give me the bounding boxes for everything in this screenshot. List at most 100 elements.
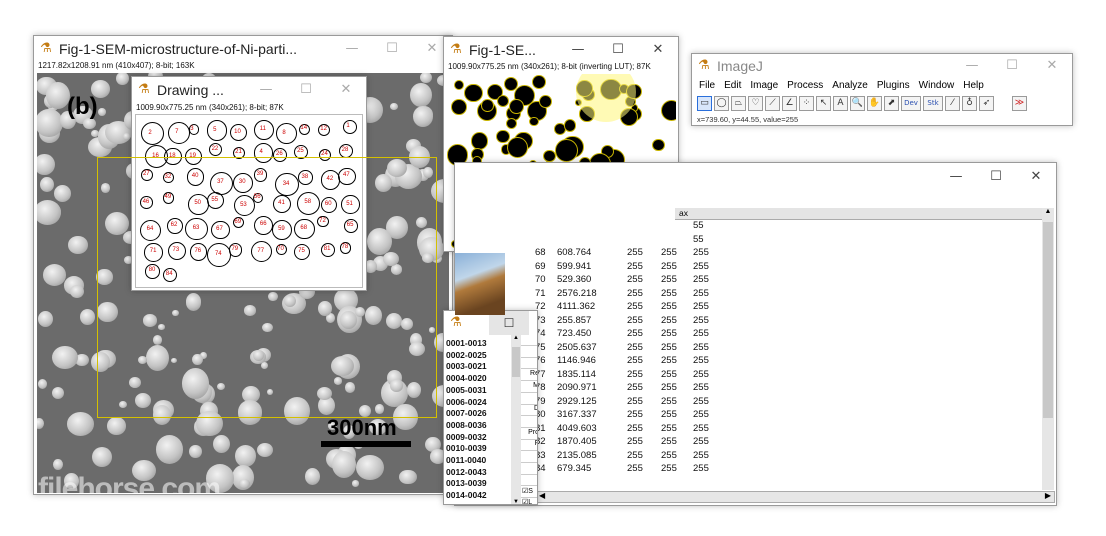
column-header[interactable]: ax: [675, 208, 1045, 220]
line-tool-icon[interactable]: ⟋: [765, 96, 780, 111]
roi-side-button[interactable]: [521, 335, 537, 346]
scroll-up-arrow[interactable]: ▲: [1042, 208, 1054, 220]
maximize-button[interactable]: ☐: [286, 77, 326, 103]
scroll-down-arrow[interactable]: ▼: [511, 499, 521, 504]
color-picker-tool-icon[interactable]: ⬈: [884, 96, 899, 111]
roi-list[interactable]: 0001-0013 0002-0025 0003-0021 0004-0020 0005…: [444, 335, 514, 504]
roi-side-button[interactable]: F: [521, 440, 537, 452]
table-row[interactable]: 77 1835.114 255 255 255: [535, 369, 1045, 383]
table-row[interactable]: 79 2929.125 255 255 255: [535, 396, 1045, 410]
roi-side-button[interactable]: [521, 417, 537, 428]
horizontal-scrollbar[interactable]: ◀ ▶: [535, 491, 1055, 503]
menu-process[interactable]: Process: [787, 80, 823, 94]
menu-window[interactable]: Window: [919, 80, 955, 94]
scroll-thumb[interactable]: [512, 347, 520, 377]
roi-list-scrollbar[interactable]: ▲ ▼: [511, 335, 521, 504]
table-row[interactable]: 69 599.941 255 255 255: [535, 261, 1045, 275]
scroll-right-arrow[interactable]: ▶: [1045, 491, 1051, 500]
roi-list-item[interactable]: 0005-0031: [446, 385, 487, 395]
table-row[interactable]: 78 2090.971 255 255 255: [535, 382, 1045, 396]
table-row[interactable]: 81 4049.603 255 255 255: [535, 423, 1045, 437]
table-row[interactable]: 74 723.450 255 255 255: [535, 328, 1045, 342]
angle-tool-icon[interactable]: ∠: [782, 96, 797, 111]
minimize-button[interactable]: —: [936, 163, 976, 189]
imagej-titlebar[interactable]: ⚗ ImageJ — ☐ ✕: [692, 54, 1072, 78]
maximize-button[interactable]: ☐: [598, 37, 638, 63]
close-button[interactable]: ✕: [638, 37, 678, 63]
roi-list-item[interactable]: 0006-0024: [446, 397, 487, 407]
roi-list-item[interactable]: 0014-0042: [446, 490, 487, 500]
table-row[interactable]: 73 255.857 255 255 255: [535, 315, 1045, 329]
results-titlebar[interactable]: — ☐ ✕: [455, 163, 1056, 193]
roi-side-button[interactable]: [521, 358, 537, 370]
oval-tool-icon[interactable]: ◯: [714, 96, 729, 111]
table-row[interactable]: 71 2576.218 255 255 255: [535, 288, 1045, 302]
menu-image[interactable]: Image: [750, 80, 778, 94]
mask-titlebar[interactable]: ⚗ Fig-1-SE... — ☐ ✕: [444, 37, 678, 63]
roi-list-item[interactable]: 0009-0032: [446, 432, 487, 442]
scroll-left-arrow[interactable]: ◀: [539, 491, 545, 500]
roi-list-item[interactable]: 0004-0020: [446, 373, 487, 383]
maximize-button[interactable]: ☐: [372, 36, 412, 62]
wand-tool-icon[interactable]: ↖: [816, 96, 831, 111]
maximize-button[interactable]: ☐: [992, 54, 1032, 78]
roi-side-button[interactable]: Pro: [521, 429, 537, 440]
roi-side-button[interactable]: [521, 452, 537, 463]
menu-plugins[interactable]: Plugins: [877, 80, 910, 94]
sem-titlebar[interactable]: ⚗ Fig-1-SEM-microstructure-of-Ni-parti..…: [34, 36, 452, 62]
roi-list-item[interactable]: 0011-0040: [446, 455, 486, 465]
magnifier-tool-icon[interactable]: 🔍: [850, 96, 865, 111]
close-button[interactable]: ✕: [1016, 163, 1056, 189]
roi-side-button[interactable]: [521, 347, 537, 358]
roi-list-item[interactable]: 0007-0026: [446, 408, 487, 418]
stk-tool-icon[interactable]: Stk: [923, 96, 943, 111]
roi-checkbox[interactable]: ☑L: [522, 498, 532, 504]
scroll-thumb[interactable]: [1043, 222, 1053, 418]
close-button[interactable]: ✕: [1032, 54, 1072, 78]
table-row[interactable]: 82 1870.405 255 255 255: [535, 436, 1045, 450]
results-table[interactable]: ax 55 55 68 608.764 255 255 255 69 599.941 255 255…: [535, 208, 1045, 491]
results-window[interactable]: — ☐ ✕ ax 55 55 68 608.764 255 255 255 69 599.941…: [454, 162, 1057, 506]
table-row[interactable]: 80 3167.337 255 255 255: [535, 409, 1045, 423]
table-row[interactable]: 68 608.764 255 255 255: [535, 247, 1045, 261]
menu-edit[interactable]: Edit: [724, 80, 741, 94]
roi-list-item[interactable]: 0013-0039: [446, 478, 487, 488]
table-row[interactable]: 55: [535, 220, 1045, 234]
close-button[interactable]: ✕: [326, 77, 366, 103]
maximize-button[interactable]: ☐: [976, 163, 1016, 189]
flood-fill-tool-icon[interactable]: ♁: [962, 96, 977, 111]
polygon-tool-icon[interactable]: ⏢: [731, 96, 746, 111]
scroll-up-arrow[interactable]: ▲: [511, 335, 521, 341]
roi-list-item[interactable]: 0010-0039: [446, 443, 487, 453]
roi-list-item[interactable]: 0012-0043: [446, 467, 487, 477]
rectangle-tool-icon[interactable]: ▭: [697, 96, 712, 111]
table-row[interactable]: 84 679.345 255 255 255: [535, 463, 1045, 477]
minimize-button[interactable]: —: [952, 54, 992, 78]
menu-analyze[interactable]: Analyze: [832, 80, 868, 94]
menu-file[interactable]: File: [699, 80, 715, 94]
point-tool-icon[interactable]: ⁘: [799, 96, 814, 111]
table-row[interactable]: 75 2505.637 255 255 255: [535, 342, 1045, 356]
roi-list-item[interactable]: 0001-0013: [446, 338, 487, 348]
imagej-main-window[interactable]: ⚗ ImageJ — ☐ ✕ File Edit Image Process Analy…: [691, 53, 1073, 126]
roi-side-button[interactable]: M: [521, 382, 537, 393]
brush-tool-icon[interactable]: ⁄: [945, 96, 960, 111]
roi-side-button[interactable]: [521, 464, 537, 475]
table-row[interactable]: 70 529.360 255 255 255: [535, 274, 1045, 288]
menu-help[interactable]: Help: [963, 80, 984, 94]
roi-side-button[interactable]: Re: [521, 370, 537, 382]
roi-side-button[interactable]: [521, 475, 537, 487]
roi-list-item[interactable]: 0002-0025: [446, 350, 487, 360]
roi-list-item[interactable]: 0003-0021: [446, 361, 487, 371]
minimize-button[interactable]: —: [246, 77, 286, 103]
table-row[interactable]: 83 2135.085 255 255 255: [535, 450, 1045, 464]
roi-checkbox[interactable]: ☑S: [522, 487, 533, 495]
minimize-button[interactable]: —: [558, 37, 598, 63]
table-row[interactable]: 55: [535, 234, 1045, 248]
roi-side-button[interactable]: [521, 394, 537, 405]
text-tool-icon[interactable]: A: [833, 96, 848, 111]
drawing-titlebar[interactable]: ⚗ Drawing ... — ☐ ✕: [132, 77, 366, 103]
vertical-scrollbar[interactable]: ▲: [1042, 208, 1054, 490]
freehand-tool-icon[interactable]: ♡: [748, 96, 763, 111]
table-row[interactable]: 76 1146.946 255 255 255: [535, 355, 1045, 369]
